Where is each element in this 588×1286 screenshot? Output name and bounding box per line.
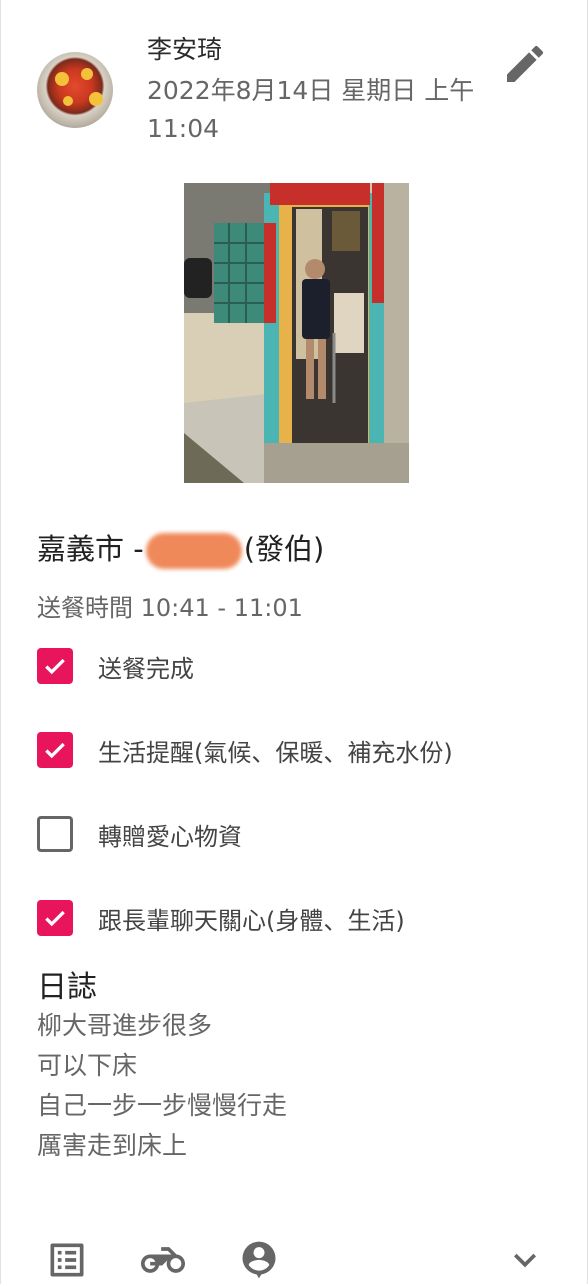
avatar[interactable] [37,52,113,128]
edit-button[interactable] [501,40,549,88]
log-content: 柳大哥進步很多 可以下床 自己一步一步慢慢行走 厲害走到床上 [37,1006,287,1166]
delivery-time: 送餐時間 10:41 - 11:01 [37,588,303,623]
pencil-icon [507,45,544,82]
list-icon [50,1243,84,1277]
check-icon [45,658,65,675]
redacted-name [145,533,242,569]
delivery-button[interactable] [141,1238,185,1282]
visit-title: 嘉義市 - (發伯) [37,526,324,569]
expand-button[interactable] [503,1238,547,1282]
log-line: 可以下床 [37,1051,138,1080]
checklist-item-label: 送餐完成 [98,654,194,683]
checklist-item-label: 跟長輩聊天關心(身體、生活) [98,906,405,935]
checklist-item-label: 生活提醒(氣候、保暖、補充水份) [98,738,453,767]
checklist-item-meal-delivered[interactable]: 送餐完成 [37,647,194,685]
doorway-photo [184,183,409,483]
person-pin-icon [242,1241,276,1279]
visit-title-suffix: (發伯) [243,532,325,566]
checkbox[interactable] [37,900,73,936]
delivery-time-label: 送餐時間 [37,594,133,622]
checklist-item-chat-care[interactable]: 跟長輩聊天關心(身體、生活) [37,899,405,937]
checkbox[interactable] [37,816,73,852]
checkbox[interactable] [37,732,73,768]
log-line: 柳大哥進步很多 [37,1011,213,1040]
check-icon [45,742,65,759]
visit-title-prefix: 嘉義市 - [37,532,144,566]
checklist-item-donated-goods[interactable]: 轉贈愛心物資 [37,815,242,853]
delivery-time-range: 10:41 - 11:01 [140,594,303,622]
check-icon [45,910,65,927]
author-name: 李安琦 [147,35,223,64]
log-heading: 日誌 [37,970,97,1005]
chevron-down-icon [514,1253,536,1268]
checklist-item-label: 轉贈愛心物資 [98,822,242,851]
log-line: 厲害走到床上 [37,1131,188,1160]
checkbox[interactable] [37,648,73,684]
list-button[interactable] [45,1238,89,1282]
visit-photo[interactable] [184,183,409,483]
checklist-item-life-reminder[interactable]: 生活提醒(氣候、保暖、補充水份) [37,731,453,769]
person-button[interactable] [237,1238,281,1282]
log-line: 自己一步一步慢慢行走 [37,1091,288,1120]
visit-card: 李安琦 2022年8月14日 星期日 上午11:04 嘉義市 - (發伯) 送餐… [0,0,588,1284]
post-date: 2022年8月14日 星期日 上午11:04 [147,76,475,143]
motorcycle-icon [141,1247,185,1273]
